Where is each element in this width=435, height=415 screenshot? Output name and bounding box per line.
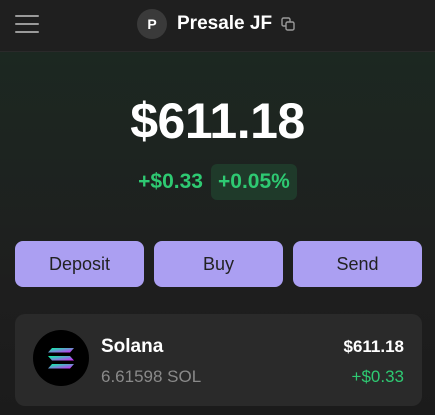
- header-bar: P Presale JF: [0, 0, 435, 52]
- change-amount: +$0.33: [138, 170, 203, 193]
- solana-logo-icon: [33, 330, 89, 386]
- buy-button[interactable]: Buy: [154, 241, 283, 287]
- token-name: Solana: [101, 336, 164, 357]
- send-button[interactable]: Send: [293, 241, 422, 287]
- token-value: $611.18: [343, 337, 404, 356]
- action-buttons: Deposit Buy Send: [15, 241, 422, 287]
- copy-icon[interactable]: [281, 17, 295, 31]
- token-amount: 6.61598 SOL: [101, 367, 202, 386]
- wallet-app: P Presale JF $611.18 +$0.33 +0.05% Depos…: [0, 0, 435, 415]
- account-switcher[interactable]: P Presale JF: [137, 8, 295, 40]
- total-balance: $611.18: [130, 93, 305, 149]
- token-row-solana[interactable]: Solana 6.61598 SOL $611.18 +$0.33: [15, 314, 422, 406]
- avatar: P: [137, 9, 167, 39]
- deposit-button[interactable]: Deposit: [15, 241, 144, 287]
- change-percent-badge: +0.05%: [211, 164, 297, 200]
- hamburger-menu-icon[interactable]: [15, 13, 39, 33]
- balance-change: +$0.33 +0.05%: [0, 164, 435, 200]
- account-name: Presale JF: [177, 13, 273, 34]
- token-change: +$0.33: [351, 367, 404, 386]
